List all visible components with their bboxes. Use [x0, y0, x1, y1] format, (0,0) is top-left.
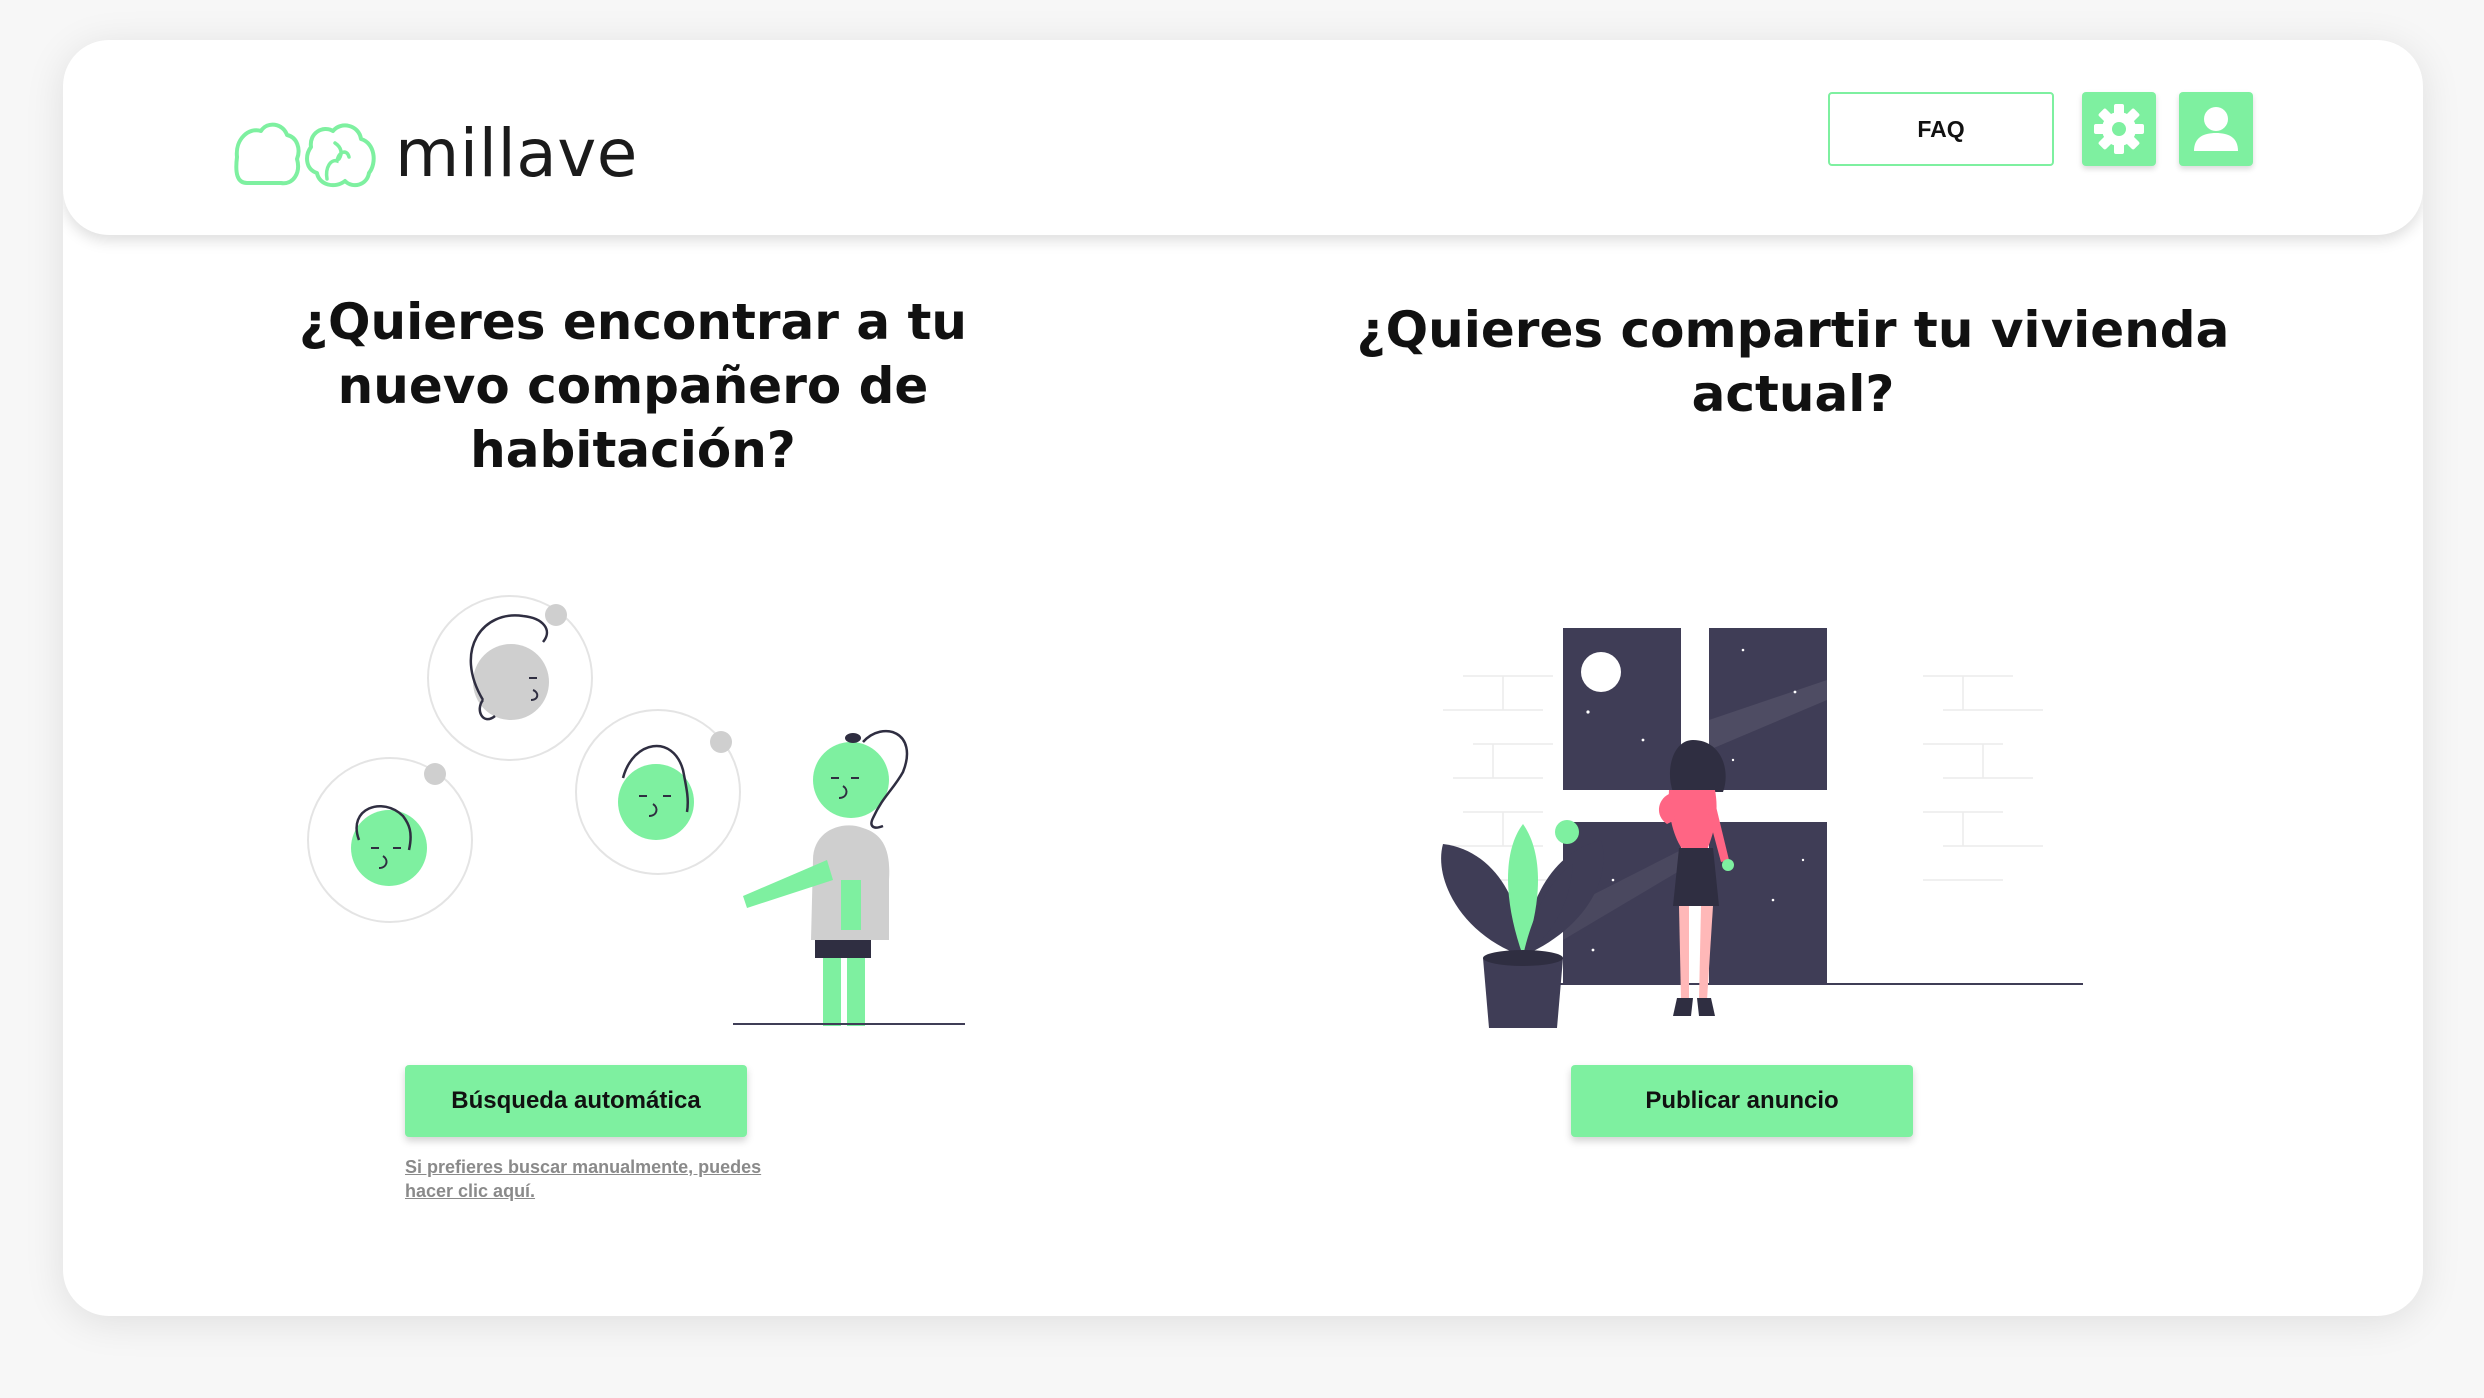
auto-search-button[interactable]: Búsqueda automática — [405, 1065, 747, 1137]
find-roommate-title: ¿Quieres encontrar a tu nuevo compañero … — [299, 293, 967, 479]
user-icon — [2194, 107, 2238, 151]
top-navbar: millave FAQ — [63, 40, 2423, 235]
publish-listing-button[interactable]: Publicar anuncio — [1571, 1065, 1913, 1137]
gear-icon — [2094, 104, 2144, 154]
logo-mark-icon — [234, 122, 376, 188]
profile-button[interactable] — [2179, 92, 2253, 166]
share-home-title: ¿Quieres compartir tu vivienda actual? — [1356, 301, 2230, 423]
share-home-illustration — [1441, 628, 2083, 1028]
main-card: millave FAQ ¿Quieres encontrar a tu nuev… — [63, 40, 2423, 1316]
manual-search-link[interactable]: Si prefieres buscar manualmente, puedes … — [405, 1155, 765, 1203]
settings-button[interactable] — [2082, 92, 2156, 166]
faq-button[interactable]: FAQ — [1828, 92, 2054, 166]
brand-name: millave — [395, 114, 638, 192]
roommate-search-illustration — [307, 595, 965, 1026]
brand-logo[interactable]: millave — [231, 98, 638, 208]
